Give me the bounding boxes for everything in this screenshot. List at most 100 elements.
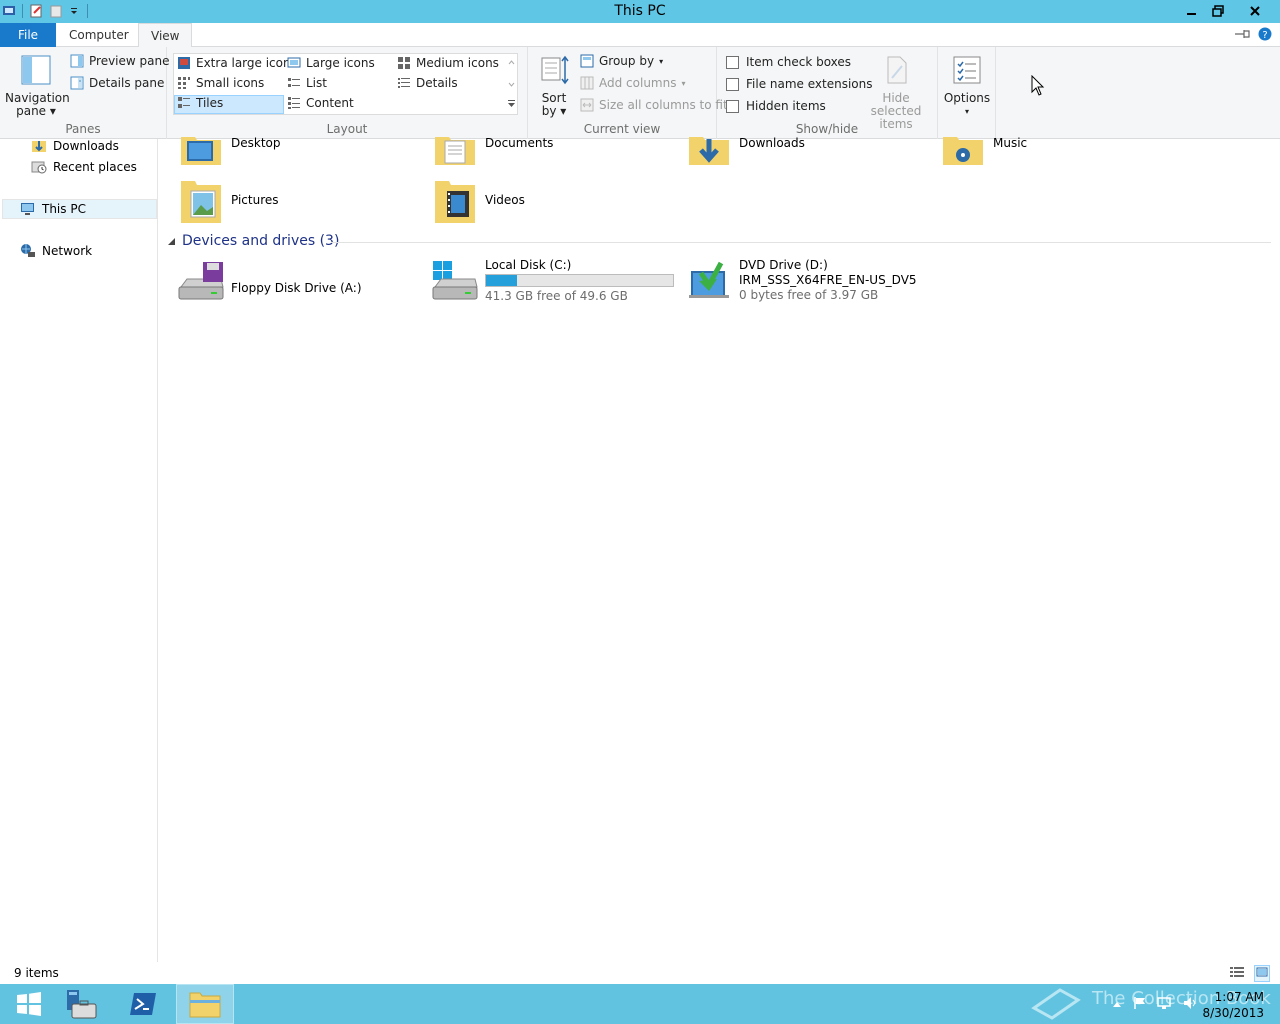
windows-logo-icon [17, 992, 41, 1016]
pin-ribbon-icon[interactable] [1234, 28, 1250, 43]
restore-button[interactable] [1204, 0, 1231, 21]
options-button[interactable]: Options ▾ [943, 54, 991, 118]
folder-documents[interactable]: Documents [433, 133, 553, 167]
details-pane-button[interactable]: Details pane [70, 76, 164, 90]
details-view-icon [1230, 967, 1244, 977]
folder-desktop[interactable]: Desktop [179, 133, 281, 167]
sort-by-button[interactable]: Sort by ▾ [536, 54, 572, 118]
drive-dvd-volume-label: IRM_SSS_X64FRE_EN-US_DV5 [739, 273, 917, 287]
folder-pictures[interactable]: Pictures [179, 177, 279, 225]
details-view-button[interactable] [1230, 966, 1244, 981]
group-by-icon [580, 54, 594, 68]
current-view-group: Sort by ▾ Group by ▾ Add columns ▾ Size al… [528, 47, 728, 139]
taskbar-server-manager[interactable] [52, 984, 110, 1024]
disk-usage-fill [486, 275, 518, 286]
start-button[interactable] [0, 984, 58, 1024]
hidden-items-checkbox[interactable] [726, 99, 739, 113]
preview-pane-icon [70, 54, 84, 68]
preview-pane-button[interactable]: Preview pane [70, 54, 169, 68]
mouse-cursor-icon [1031, 75, 1045, 96]
ribbon-tabs: File Computer View ? [0, 23, 1280, 48]
item-check-boxes-checkbox[interactable] [726, 55, 739, 69]
drive-dvd-info: DVD Drive (D:) IRM_SSS_X64FRE_EN-US_DV5 … [739, 258, 917, 302]
folder-music[interactable]: Music [941, 133, 1027, 167]
close-button[interactable] [1232, 0, 1278, 21]
layout-medium-icons[interactable]: Medium icons [397, 56, 499, 70]
powershell-icon [130, 993, 156, 1015]
hide-selected-label1: Hide selected [870, 91, 922, 118]
add-columns-button[interactable]: Add columns ▾ [580, 76, 686, 90]
show-hidden-icons-button[interactable] [1112, 997, 1122, 1011]
network-tray-icon[interactable] [1157, 996, 1173, 1013]
group-by-button[interactable]: Group by ▾ [580, 54, 663, 68]
watermark-logo [1030, 986, 1082, 1024]
nav-item-recent-places[interactable]: Recent places [31, 159, 137, 175]
drive-dvd-d[interactable]: DVD Drive (D:) IRM_SSS_X64FRE_EN-US_DV5 … [687, 258, 917, 305]
recent-places-icon [31, 161, 47, 174]
devices-section-header[interactable]: Devices and drives (3) [167, 233, 339, 249]
hidden-items-toggle[interactable]: Hidden items [726, 99, 826, 113]
options-group: Options ▾ [938, 47, 996, 139]
folder-music-label: Music [993, 136, 1028, 150]
tab-file[interactable]: File [0, 23, 56, 47]
system-tray [1106, 984, 1204, 1024]
dvd-drive-icon [689, 261, 729, 298]
layout-extra-large-icons[interactable]: Extra large icons [177, 56, 297, 70]
nav-item-this-pc[interactable]: This PC [20, 201, 86, 217]
sort-by-label2: by ▾ [541, 104, 567, 118]
hide-selected-items-button[interactable]: Hide selected items [857, 54, 935, 131]
file-name-extensions-toggle[interactable]: File name extensions [726, 77, 873, 91]
layout-large-icons[interactable]: Large icons [287, 56, 375, 70]
clock-date: 8/30/2013 [1202, 1006, 1264, 1020]
tray-chevron-up-icon [1113, 1002, 1121, 1007]
tab-view[interactable]: View [138, 23, 193, 48]
svg-text:?: ? [1262, 30, 1267, 41]
clock[interactable]: 1:07 AM 8/30/2013 [1202, 989, 1264, 1021]
drive-local-disk-c[interactable]: Local Disk (C:) 41.3 GB free of 49.6 GB [431, 258, 674, 305]
size-columns-icon [580, 98, 594, 112]
taskbar-file-explorer[interactable] [176, 984, 234, 1024]
layout-details[interactable]: Details [397, 76, 458, 90]
volume-icon[interactable] [1183, 996, 1199, 1013]
music-folder-icon [943, 137, 983, 165]
file-name-extensions-checkbox[interactable] [726, 77, 739, 91]
this-pc-icon [21, 203, 34, 215]
nav-item-downloads[interactable]: Downloads [31, 138, 119, 154]
details-pane-icon [70, 76, 84, 90]
collapse-icon[interactable] [167, 237, 176, 246]
navigation-pane-button[interactable]: Navigation pane ▾ [5, 54, 70, 118]
drive-floppy[interactable]: Floppy Disk Drive (A:) [177, 259, 362, 305]
action-center-icon[interactable] [1133, 996, 1147, 1013]
folder-downloads[interactable]: Downloads [687, 133, 805, 167]
navigation-pane-label2: pane ▾ [16, 104, 56, 118]
tiles-icon [178, 97, 190, 108]
layout-list[interactable]: List [287, 76, 327, 90]
panes-group-label: Panes [65, 122, 101, 136]
file-view: Desktop Documents Downloads Music Pictur… [159, 136, 1280, 962]
layout-small-icons[interactable]: Small icons [177, 76, 264, 90]
details-icon [398, 78, 410, 88]
hide-selected-icon [887, 56, 907, 84]
nav-item-network[interactable]: Network [20, 243, 92, 259]
folder-videos[interactable]: Videos [433, 177, 525, 225]
documents-folder-icon [435, 137, 475, 165]
folder-downloads-label: Downloads [739, 136, 805, 150]
taskbar-powershell[interactable] [114, 984, 172, 1024]
large-icons-view-button[interactable] [1254, 965, 1270, 982]
help-icon[interactable]: ? [1258, 27, 1272, 44]
item-check-boxes-toggle[interactable]: Item check boxes [726, 55, 851, 69]
show-hide-group: Item check boxes File name extensions Hi… [717, 47, 938, 139]
options-dropdown-icon: ▾ [964, 107, 969, 116]
tab-computer[interactable]: Computer [57, 23, 141, 47]
layout-tiles[interactable]: Tiles [177, 96, 223, 110]
navigation-pane-icon [21, 55, 51, 85]
panes-group: Navigation pane ▾ Preview pane Details p… [0, 47, 169, 139]
layout-gallery-scroll[interactable] [505, 55, 518, 115]
drive-local-disk-label: Local Disk (C:) [485, 258, 572, 272]
minimize-button[interactable] [1178, 0, 1205, 21]
preview-pane-label: Preview pane [89, 54, 170, 68]
layout-content[interactable]: Content [287, 96, 354, 110]
size-all-columns-button[interactable]: Size all columns to fit [580, 98, 728, 112]
folder-documents-label: Documents [485, 136, 554, 150]
downloads-folder-icon [32, 141, 46, 152]
